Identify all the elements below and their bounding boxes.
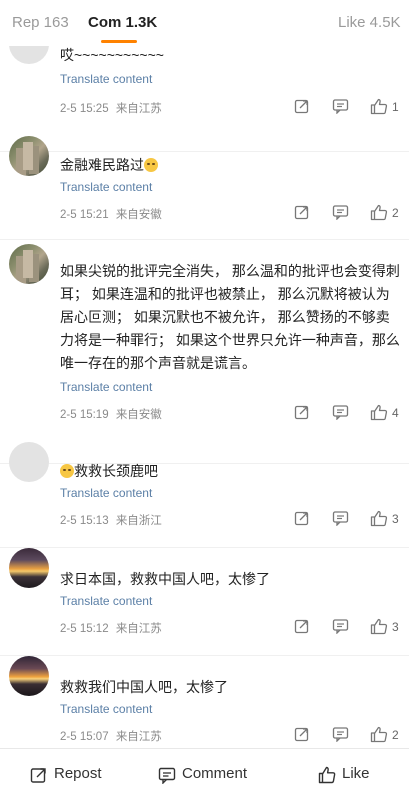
comment-item: 如果尖锐的批评完全消失， 那么温和的批评也会变得刺耳； 如果连温和的批评也被禁止… [0,240,409,464]
bottom-action-bar: Repost Comment Like [0,748,409,800]
comment-meta: 2-5 15:25 来自江苏 [60,100,162,116]
like-count: 2 [392,728,399,742]
comment-icon[interactable] [332,98,349,116]
like-icon[interactable] [370,404,388,422]
comment-button[interactable]: Comment [158,764,268,786]
translate-link[interactable]: Translate content [60,180,152,194]
share-icon[interactable] [294,204,310,222]
like-icon[interactable] [370,98,388,116]
like-count: 1 [392,100,399,114]
avatar[interactable] [9,46,49,64]
share-icon[interactable] [294,98,310,116]
share-icon[interactable] [294,618,310,636]
translate-link[interactable]: Translate content [60,486,152,500]
comment-text: 哎~~~~~~~~~~~ [60,47,164,63]
comment-location: 来自江苏 [115,103,162,115]
comment-time: 2-5 15:07 [60,731,109,743]
like-count: 2 [392,206,399,220]
like-icon[interactable] [370,510,388,528]
comment-text: 金融难民路过 [60,154,400,177]
comment-actions: 3 [290,618,405,638]
like-button[interactable]: Like [318,764,388,786]
active-tab-indicator [101,40,137,43]
comment-actions: 2 [290,204,405,224]
comment-meta: 2-5 15:21 来自安徽 [60,206,162,222]
comment-actions: 2 [290,726,405,746]
thumbs-up-icon [318,766,336,784]
translate-link[interactable]: Translate content [60,72,152,86]
avatar[interactable] [9,136,49,176]
like-count: 3 [392,620,399,634]
comment-icon[interactable] [332,726,349,744]
comment-location: 来自江苏 [115,623,162,635]
tab-bar: Rep 163 Com 1.3K Like 4.5K [0,0,409,46]
like-icon[interactable] [370,204,388,222]
comment-meta: 2-5 15:19 来自安徽 [60,406,162,422]
comment-location: 来自安徽 [115,209,162,221]
comment-icon[interactable] [332,510,349,528]
like-count: 3 [392,512,399,526]
translate-link[interactable]: Translate content [60,702,152,716]
share-icon[interactable] [294,510,310,528]
comment-text: 救救我们中国人吧，太惨了 [60,679,228,695]
repost-label: Repost [54,765,102,782]
avatar[interactable] [9,442,49,482]
like-icon[interactable] [370,726,388,744]
crying-face-icon [60,464,74,478]
comment-actions: 3 [290,510,405,530]
repost-button[interactable]: Repost [30,764,120,786]
comment-location: 来自浙江 [115,515,162,527]
translate-link[interactable]: Translate content [60,594,152,608]
like-count: 4 [392,406,399,420]
comment-label: Comment [182,765,248,782]
comment-text: 如果尖锐的批评完全消失， 那么温和的批评也会变得刺耳； 如果连温和的批评也被禁止… [60,263,400,371]
comment-time: 2-5 15:25 [60,103,109,115]
tab-comment[interactable]: Com 1.3K [88,14,157,31]
comment-time: 2-5 15:13 [60,515,109,527]
crying-face-icon [144,158,158,172]
share-icon[interactable] [294,404,310,422]
tab-like[interactable]: Like 4.5K [338,14,401,31]
comment-meta: 2-5 15:07 来自江苏 [60,728,162,744]
like-label: Like [342,765,370,782]
like-icon[interactable] [370,618,388,636]
comment-icon[interactable] [332,404,349,422]
avatar[interactable] [9,656,49,696]
comment-actions: 1 [290,98,405,118]
avatar[interactable] [9,244,49,284]
comment-text: 救救长颈鹿吧 [60,460,400,483]
comment-bubble-icon [158,767,176,784]
comment-time: 2-5 15:19 [60,409,109,421]
comment-time: 2-5 15:12 [60,623,109,635]
comment-text: 求日本国，救救中国人吧，太惨了 [60,571,270,587]
comment-location: 来自江苏 [115,731,162,743]
tab-repost[interactable]: Rep 163 [12,14,69,31]
comment-actions: 4 [290,404,405,424]
comment-location: 来自安徽 [115,409,162,421]
comment-item: 救救长颈鹿吧 Translate content 2-5 15:13 来自浙江 … [0,440,409,548]
comment-time: 2-5 15:21 [60,209,109,221]
comment-meta: 2-5 15:12 来自江苏 [60,620,162,636]
comment-item: 求日本国，救救中国人吧，太惨了 Translate content 2-5 15… [0,548,409,656]
share-icon[interactable] [294,726,310,744]
avatar[interactable] [9,548,49,588]
comment-item: 救救我们中国人吧，太惨了 Translate content 2-5 15:07… [0,656,409,748]
comment-item: 金融难民路过 Translate content 2-5 15:21 来自安徽 … [0,132,409,240]
comment-list[interactable]: 哎~~~~~~~~~~~ Translate content 2-5 15:25… [0,46,409,748]
comment-icon[interactable] [332,618,349,636]
repost-icon [30,768,46,783]
comment-meta: 2-5 15:13 来自浙江 [60,512,162,528]
comment-icon[interactable] [332,204,349,222]
translate-link[interactable]: Translate content [60,380,152,394]
